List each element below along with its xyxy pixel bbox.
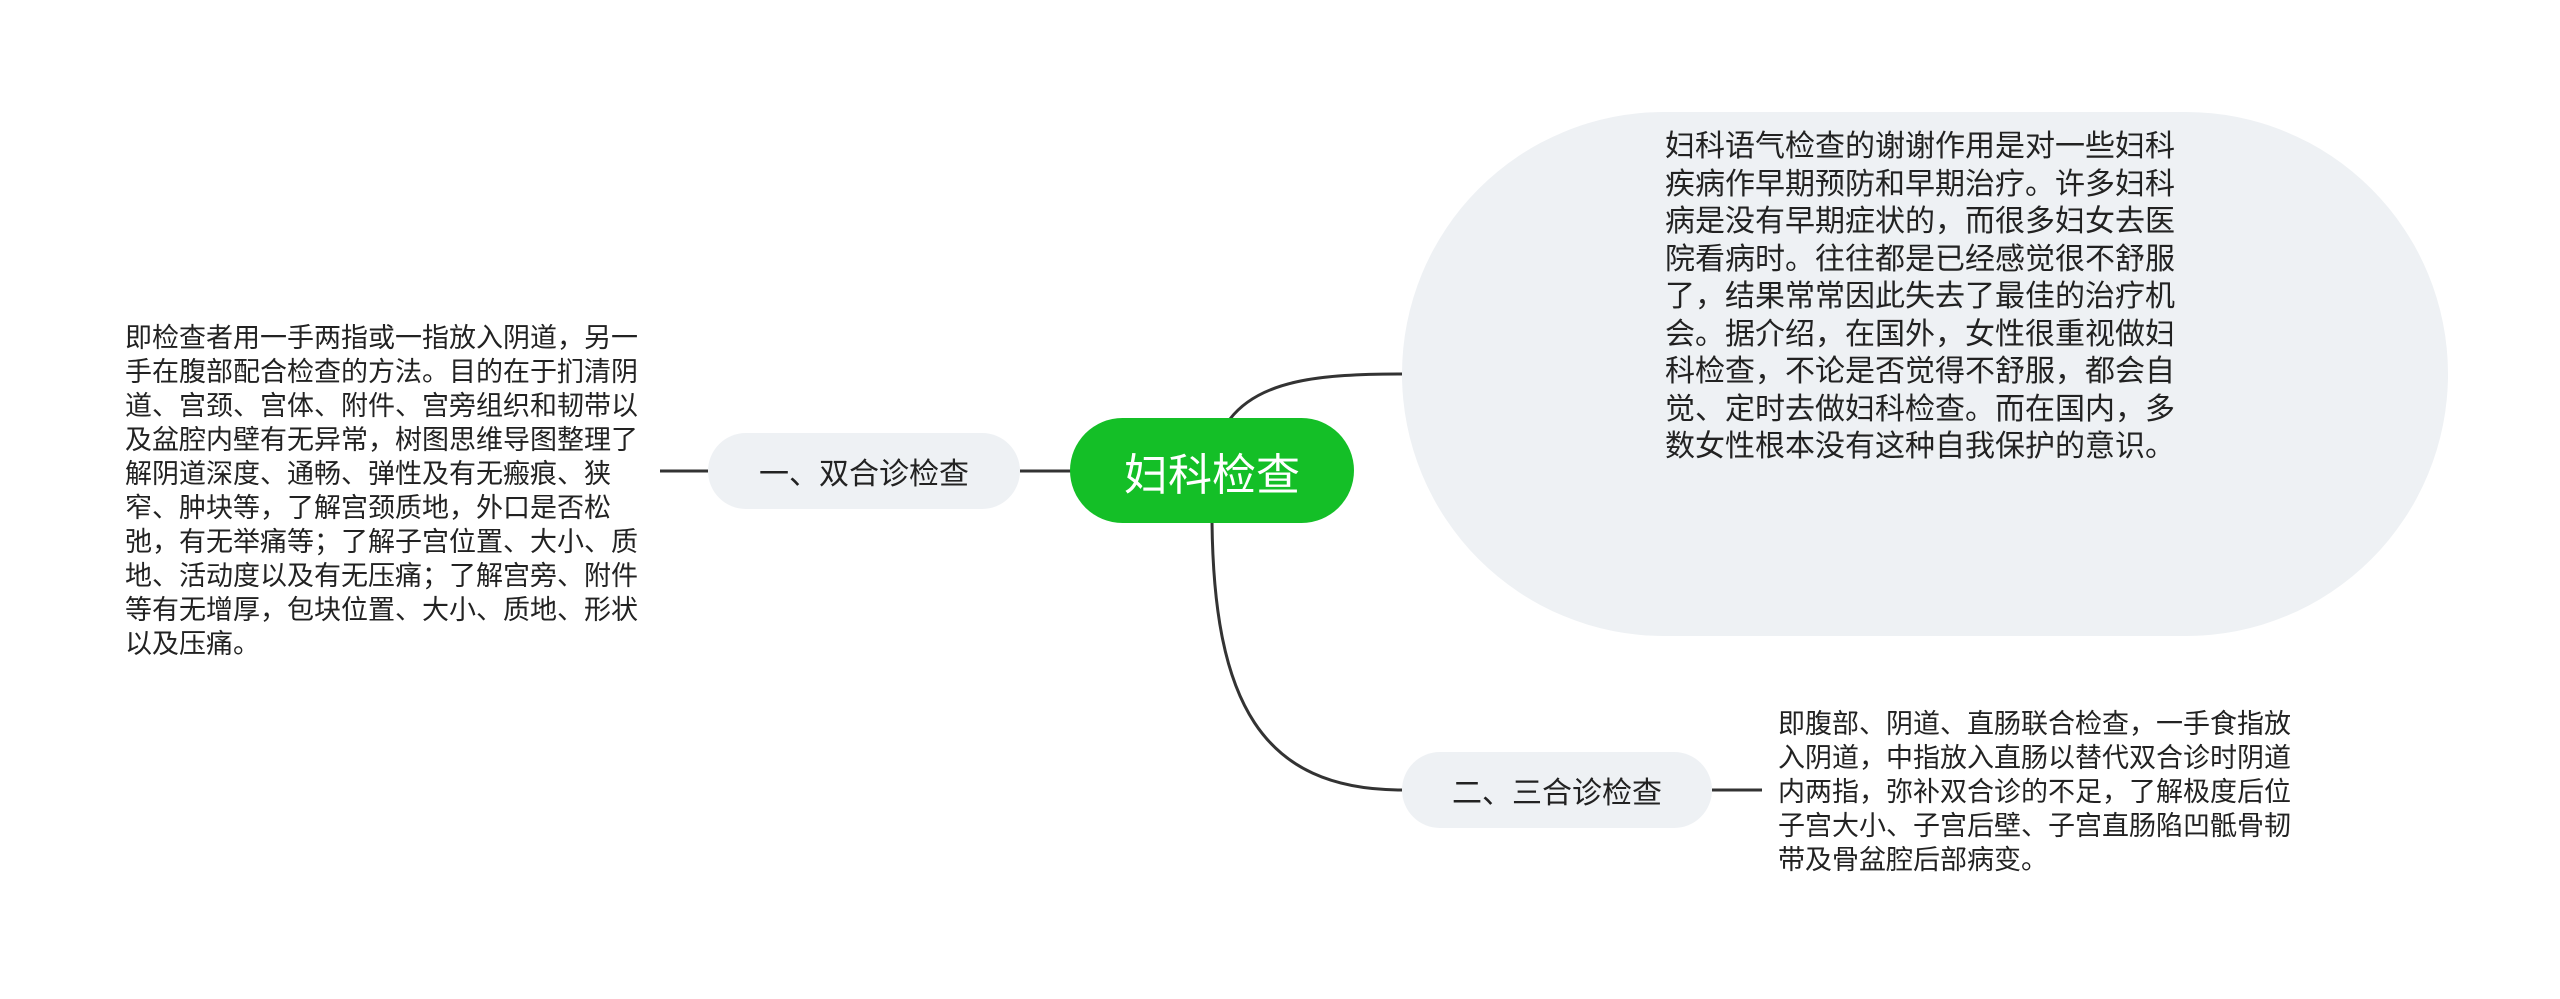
root-node[interactable]: 妇科检查 [1070, 418, 1354, 523]
connector-root-to-bubble [1228, 372, 1403, 420]
branch-node-label: 一、双合诊检查 [759, 457, 969, 492]
connector-root-to-branch-bottom [1210, 521, 1403, 792]
branch-node-label: 二、三合诊检查 [1452, 776, 1662, 811]
overview-bubble-text: 妇科语气检查的谢谢作用是对一些妇科疾病作早期预防和早期治疗。许多妇科病是没有早期… [1665, 129, 2175, 464]
root-node-label: 妇科检查 [1124, 449, 1300, 501]
detail-text-rectovaginal-exam: 即腹部、阴道、直肠联合检查，一手食指放入阴道，中指放入直肠以替代双合诊时阴道内两… [1778, 709, 2291, 876]
branch-node-rectovaginal-exam[interactable]: 二、三合诊检查 [1402, 752, 1712, 828]
detail-text-bimanual-exam: 即检查者用一手两指或一指放入阴道，另一手在腹部配合检查的方法。目的在于扪清阴道、… [125, 323, 638, 660]
branch-node-bimanual-exam[interactable]: 一、双合诊检查 [708, 433, 1020, 509]
